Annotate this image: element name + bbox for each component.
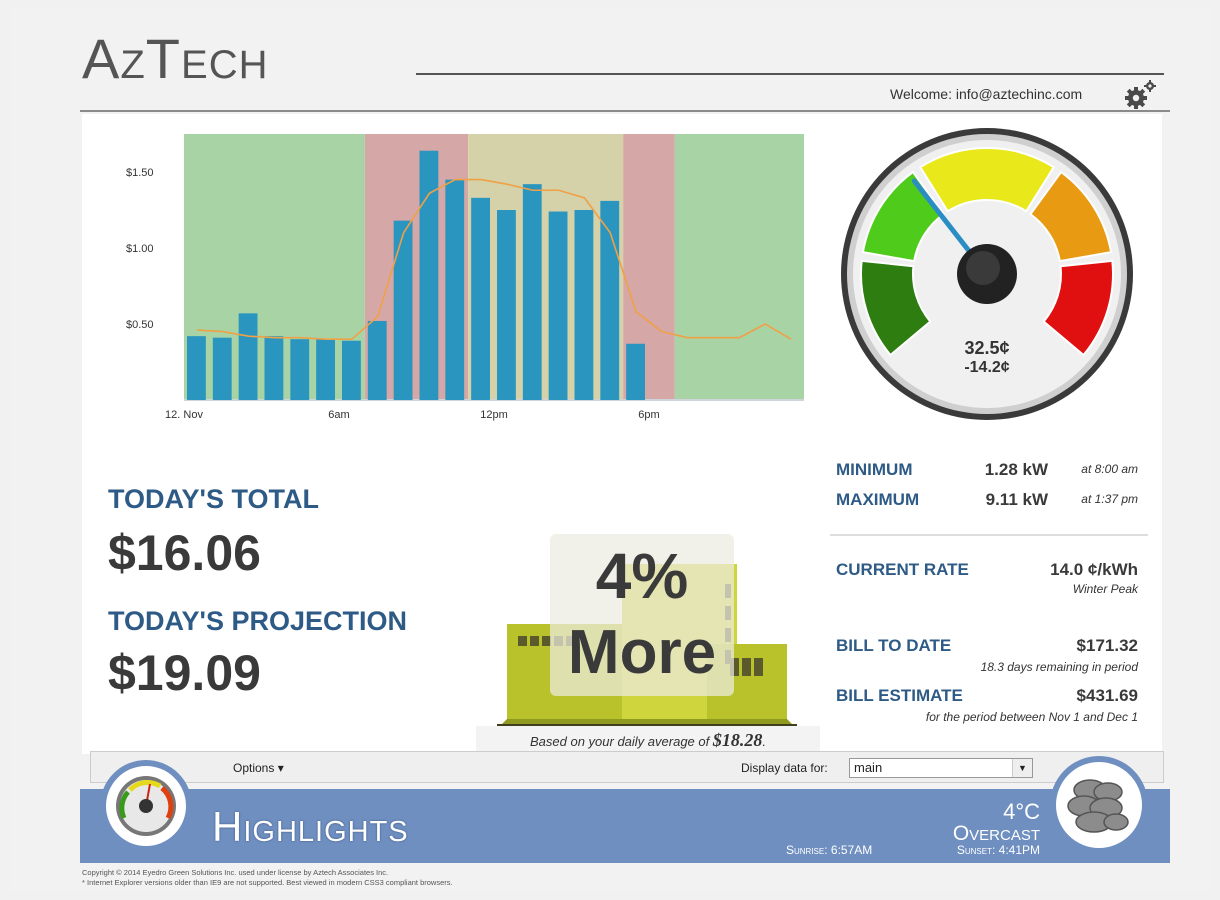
- copyright-text: Copyright © 2014 Eyedro Green Solutions …: [82, 868, 389, 877]
- bill-to-date-label: BILL TO DATE: [836, 636, 952, 655]
- logo-letter-t: T: [145, 27, 182, 90]
- cost-bar: [187, 336, 206, 400]
- todays-total-value: $16.06: [108, 525, 261, 581]
- sunrise-time: Sunrise: 6:57AM: [786, 843, 873, 857]
- logo-letter-z: Z: [120, 43, 146, 87]
- y-tick-label: $0.50: [126, 319, 154, 331]
- bill-estimate-note: for the period between Nov 1 and Dec 1: [925, 710, 1138, 724]
- gauge-value: 32.5¢: [964, 338, 1009, 358]
- y-tick-label: $1.00: [126, 243, 154, 255]
- sunset-time: Sunset: 4:41PM: [956, 843, 1040, 857]
- current-rate-label: CURRENT RATE: [836, 560, 969, 579]
- bill-estimate-value: $431.69: [1076, 686, 1138, 705]
- weather-badge: [1050, 756, 1148, 854]
- rate-period-band-2: [468, 134, 624, 400]
- logo-letters-ech: ECH: [181, 43, 269, 87]
- x-tick-label: 12. Nov: [165, 409, 203, 421]
- dashboard-panel: $1.50 $1.00 $0.50 12. Nov 6am 12pm 6pm 32.5¢ -1…: [82, 114, 1162, 754]
- todays-projection-label: TODAY'S PROJECTION: [108, 606, 407, 636]
- y-tick-label: $1.50: [126, 167, 154, 179]
- cost-chart: $1.50 $1.00 $0.50 12. Nov 6am 12pm 6pm: [126, 134, 804, 421]
- cost-bar: [600, 200, 620, 400]
- display-data-select[interactable]: main ▼: [849, 758, 1033, 778]
- gauge-sub-value: -14.2¢: [964, 359, 1009, 376]
- minimum-value: 1.28 kW: [984, 460, 1048, 479]
- comparison-percent: 4%: [595, 540, 689, 612]
- cost-bar: [522, 184, 542, 400]
- cost-bar: [574, 210, 594, 400]
- current-rate-note: Winter Peak: [1072, 582, 1138, 596]
- browser-note: * Internet Explorer versions older than …: [82, 878, 453, 887]
- maximum-value: 9.11 kW: [985, 490, 1048, 509]
- options-menu-button[interactable]: Options ▾: [233, 761, 284, 775]
- cost-bar: [419, 150, 439, 400]
- daily-average-suffix: .: [762, 734, 766, 749]
- display-data-value: main: [854, 760, 883, 775]
- x-tick-label: 12pm: [480, 409, 508, 421]
- cloud-icon: [1067, 779, 1129, 833]
- daily-average-note: Based on your daily average of $18.28.: [476, 726, 820, 754]
- highlights-title: Highlights: [212, 803, 409, 850]
- logo-letter-a: A: [82, 27, 121, 90]
- footer: Copyright © 2014 Eyedro Green Solutions …: [82, 868, 453, 888]
- rate-gauge: 32.5¢-14.2¢: [841, 128, 1133, 420]
- cost-bar: [471, 197, 490, 400]
- gauge-hub-shine: [966, 251, 1000, 285]
- cost-bar: [238, 313, 258, 400]
- current-rate-value: 14.0 ¢/kWh: [1050, 560, 1138, 579]
- cost-bar: [497, 210, 516, 400]
- minimum-time: at 8:00 am: [1081, 462, 1138, 476]
- welcome-text: Welcome: info@aztechinc.com: [890, 86, 1083, 102]
- cost-bar: [393, 220, 413, 400]
- display-data-label: Display data for:: [741, 761, 828, 775]
- cost-bar: [445, 179, 465, 400]
- todays-total-label: TODAY'S TOTAL: [108, 484, 319, 514]
- bill-to-date-value: $171.32: [1076, 636, 1138, 655]
- cost-bar: [367, 320, 387, 400]
- cost-bar: [264, 336, 284, 400]
- cost-bar: [290, 339, 310, 400]
- page: AZTECH Welcome: info@aztechinc.com $1.50…: [10, 8, 1210, 892]
- minimum-label: MINIMUM: [836, 460, 913, 479]
- options-toolbar: Options ▾ Display data for: main ▼: [90, 751, 1164, 783]
- header-divider: [416, 73, 1164, 75]
- highlights-bar: Highlights Sunrise: 6:57AM 4°C Overcast …: [80, 789, 1170, 863]
- header-bottom-border: [80, 110, 1170, 112]
- maximum-label: MAXIMUM: [836, 490, 920, 509]
- daily-average-value: $18.28: [712, 730, 763, 750]
- bill-estimate-label: BILL ESTIMATE: [836, 686, 963, 705]
- cost-bar: [548, 211, 568, 400]
- cost-bar: [316, 339, 335, 400]
- daily-average-text: Based on your daily average of: [530, 734, 710, 749]
- todays-projection-value: $19.09: [108, 645, 261, 701]
- rate-period-band-4: [674, 134, 804, 400]
- meter-icon: [116, 776, 176, 836]
- chevron-down-icon[interactable]: ▼: [1012, 759, 1032, 777]
- cost-bar: [626, 343, 645, 400]
- cost-bar: [212, 337, 232, 400]
- meter-badge[interactable]: [100, 760, 192, 852]
- cost-bar: [342, 340, 361, 400]
- comparison-direction: More: [567, 618, 717, 687]
- x-tick-label: 6am: [328, 409, 349, 421]
- stats-divider: [830, 534, 1148, 536]
- logo: AZTECH: [82, 26, 268, 91]
- bill-to-date-note: 18.3 days remaining in period: [980, 660, 1138, 674]
- maximum-time: at 1:37 pm: [1081, 492, 1138, 506]
- x-tick-label: 6pm: [638, 409, 659, 421]
